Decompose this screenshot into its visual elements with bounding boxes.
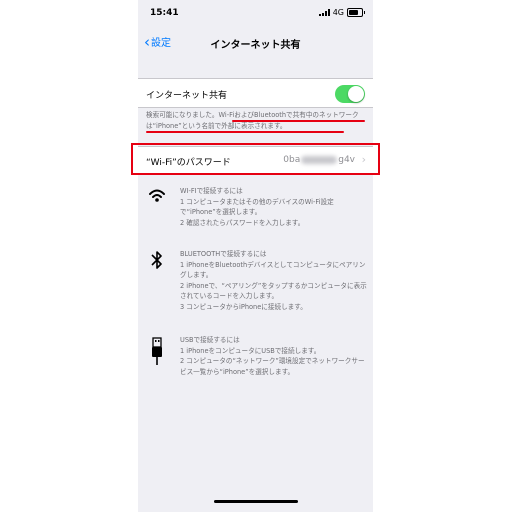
status-indicators: 4G [318, 8, 365, 17]
usb-icon [152, 337, 162, 365]
tethering-row: インターネット共有 [138, 78, 373, 108]
network-type: 4G [332, 8, 344, 17]
usb-heading: USBで接続するには [180, 336, 240, 344]
annotation-underline-1 [232, 120, 365, 122]
usb-step-2: 2 コンピュータの“ネットワーク”環境設定でネットワークサービス一覧から“iPh… [180, 357, 365, 376]
bluetooth-step-1: 1 iPhoneをBluetoothデバイスとしてコンピュータにペアリングします… [180, 260, 366, 280]
signal-icon [318, 9, 330, 16]
bluetooth-heading: BLUETOOTHで接続するには [180, 250, 267, 258]
bluetooth-text: BLUETOOTHで接続するには 1 iPhoneをBluetoothデバイスと… [180, 249, 370, 312]
annotation-highlight-box [131, 143, 380, 175]
wifi-step-2: 2 確認されたらパスワードを入力します。 [180, 218, 305, 227]
footnote-part1: 検索可能になりました。 [146, 111, 219, 119]
status-bar: 15:41 4G [138, 0, 373, 24]
wifi-heading: WI-FIで接続するには [180, 187, 243, 195]
bluetooth-instructions: BLUETOOTHで接続するには 1 iPhoneをBluetoothデバイスと… [138, 249, 373, 319]
phone-screen: 15:41 4G ‹ 設定 インターネット共有 インターネット共有 検索可能にな… [138, 0, 373, 512]
wifi-icon [149, 189, 165, 202]
wifi-instructions: WI-FIで接続するには 1 コンピュータまたはその他のデバイスのWi-Fi設定… [138, 186, 373, 236]
wifi-text: WI-FIで接続するには 1 コンピュータまたはその他のデバイスのWi-Fi設定… [180, 186, 370, 228]
navigation-bar: ‹ 設定 インターネット共有 [138, 28, 373, 56]
usb-step-1: 1 iPhoneをコンピュータにUSBで接続します。 [180, 346, 321, 355]
bluetooth-icon [151, 251, 162, 269]
wifi-step-1: 1 コンピュータまたはその他のデバイスのWi-Fi設定で“iPhone”を選択し… [180, 197, 334, 217]
tethering-toggle[interactable] [335, 85, 365, 103]
bluetooth-step-3: 3 コンピュータからiPhoneに接続します。 [180, 302, 307, 311]
status-time: 15:41 [150, 8, 179, 18]
bluetooth-step-2: 2 iPhoneで、“ペアリング”をタップするかコンピュータに表示されているコー… [180, 281, 367, 301]
home-indicator[interactable] [214, 500, 298, 503]
page-title: インターネット共有 [210, 40, 301, 51]
tethering-label: インターネット共有 [146, 91, 228, 101]
usb-text: USBで接続するには 1 iPhoneをコンピュータにUSBで接続します。 2 … [180, 335, 370, 377]
annotation-underline-2 [146, 131, 344, 133]
usb-instructions: USBで接続するには 1 iPhoneをコンピュータにUSBで接続します。 2 … [138, 335, 373, 385]
battery-icon [347, 8, 365, 17]
